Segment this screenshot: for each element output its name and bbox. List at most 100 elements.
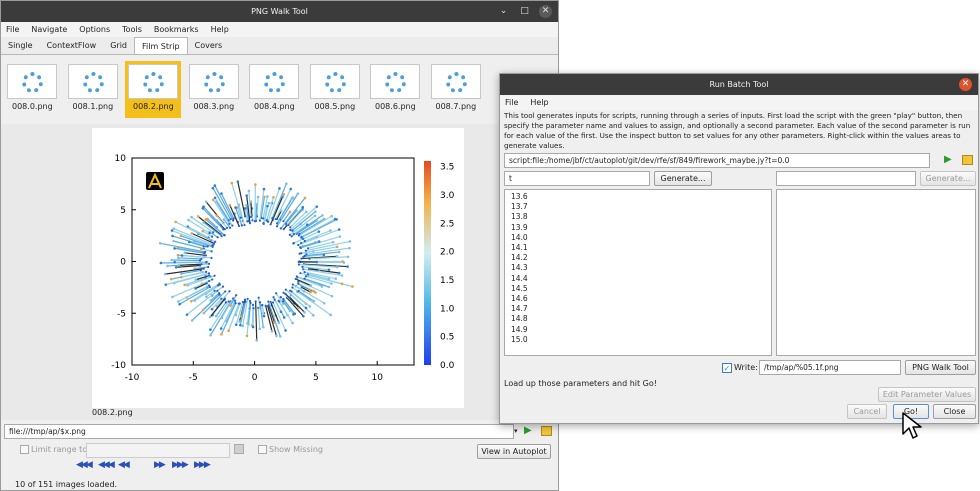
data-point: [330, 214, 333, 218]
data-point: [333, 217, 337, 221]
load-script-icon[interactable]: ▶: [944, 154, 952, 165]
write-checkbox[interactable]: ✓: [722, 363, 732, 373]
data-point: [254, 183, 257, 186]
data-point: [220, 192, 223, 195]
run-batch-window: Run Batch Tool ✕ File Help This tool gen…: [499, 73, 979, 424]
menu-tools[interactable]: Tools: [122, 25, 142, 34]
tab-single[interactable]: Single: [1, 37, 40, 54]
show-missing-checkbox[interactable]: [258, 445, 267, 454]
minimize-icon[interactable]: ⌄: [497, 5, 510, 18]
data-point: [208, 280, 211, 283]
tab-covers[interactable]: Covers: [188, 37, 230, 54]
data-point: [205, 260, 208, 264]
thumbnail[interactable]: 008.3.png: [186, 61, 242, 118]
data-point: [234, 206, 237, 209]
param1-values-list[interactable]: 13.6 13.7 13.8 13.9 14.0 14.1 14.2 14.3 14.4 14.5…: [504, 189, 772, 356]
data-point: [220, 235, 223, 238]
thumbnail[interactable]: 008.4.png: [246, 61, 302, 118]
plot-image[interactable]: -10 -5 0 5 10 10 5 0 -5 -10 3.5 3.0 2.5 2.0 1.5 1.0 0.5 0…: [92, 128, 464, 408]
batch-menubar: File Help: [500, 95, 978, 110]
data-point: [313, 214, 317, 218]
script-field[interactable]: script:file:/home/jbf/ct/autoplot/git/de…: [504, 153, 930, 168]
page-forward-button[interactable]: ▶▶▶: [172, 460, 189, 470]
limit-range-checkbox[interactable]: [20, 445, 29, 454]
value-item: 14.9: [511, 324, 528, 334]
png-walk-menubar: File Navigate Options Tools Bookmarks He…: [1, 22, 558, 37]
thumbnail-label: 008.6.png: [375, 102, 416, 111]
close-button[interactable]: Close: [933, 404, 976, 419]
thumbnail[interactable]: 008.7.png: [428, 61, 484, 118]
data-point: [230, 181, 234, 185]
menu-file[interactable]: File: [6, 25, 19, 34]
thumbnail[interactable]: 008.0.png: [4, 61, 60, 118]
thumbnail[interactable]: 008.6.png: [367, 61, 423, 118]
param2-values-list[interactable]: [776, 189, 976, 356]
data-point: [297, 282, 300, 285]
data-point: [265, 219, 268, 222]
value-item: 13.6: [511, 192, 528, 201]
data-point: [270, 330, 274, 333]
x-tick-label: -5: [189, 373, 198, 383]
thumbnail-image: [430, 64, 481, 99]
data-point: [190, 215, 193, 219]
generate-button[interactable]: Generate...: [654, 171, 712, 186]
play-icon[interactable]: ▶: [524, 425, 532, 436]
tab-contextflow[interactable]: ContextFlow: [40, 37, 104, 54]
menu-options[interactable]: Options: [79, 25, 110, 34]
view-in-autoplot-button[interactable]: View in Autoplot: [477, 444, 551, 459]
batch-menu-file[interactable]: File: [505, 98, 518, 107]
folder-icon[interactable]: [541, 426, 552, 436]
tab-film-strip[interactable]: Film Strip: [134, 37, 188, 54]
previous-button[interactable]: ◀◀: [118, 460, 130, 470]
calendar-icon[interactable]: [234, 444, 244, 454]
data-point: [247, 189, 251, 193]
close-icon[interactable]: ✕: [539, 5, 552, 18]
tab-grid[interactable]: Grid: [103, 37, 134, 54]
url-field[interactable]: file:///tmp/ap/$x.png: [4, 424, 514, 439]
data-point: [256, 195, 260, 199]
data-point: [317, 230, 321, 233]
data-point: [305, 253, 308, 256]
data-point: [246, 220, 249, 223]
param2-select[interactable]: [776, 171, 916, 186]
data-point: [220, 316, 224, 320]
maximize-icon[interactable]: □: [518, 5, 531, 18]
data-point: [208, 315, 212, 319]
limit-range-field[interactable]: [86, 443, 230, 458]
data-point: [201, 308, 205, 312]
thumbnail[interactable]: 008.1.png: [65, 61, 121, 118]
thumbnail-ring-graphic: [203, 72, 225, 93]
first-image-button[interactable]: ◀◀◀: [76, 460, 93, 470]
data-point: [303, 311, 306, 314]
data-point: [303, 277, 306, 280]
url-dropdown-icon[interactable]: ▾: [514, 424, 524, 439]
data-point: [301, 205, 305, 209]
scatter-chart: -10 -5 0 5 10 10 5 0 -5 -10 3.5 3.0 2.5 2.0 1.5 1.0 0.5 0…: [111, 154, 454, 383]
param1-select[interactable]: t: [504, 171, 650, 186]
data-point: [194, 287, 197, 290]
value-item: 14.1: [511, 243, 528, 253]
thumbnail[interactable]: 008.2.png: [125, 61, 181, 118]
last-image-button[interactable]: ▶▶▶: [194, 460, 211, 470]
menu-help[interactable]: Help: [211, 25, 229, 34]
page-back-button[interactable]: ◀◀◀: [98, 460, 115, 470]
batch-menu-help[interactable]: Help: [530, 98, 548, 107]
data-point: [251, 325, 255, 329]
colorbar-tick-label: 2.5: [440, 219, 454, 229]
cancel-button[interactable]: Cancel: [847, 404, 887, 419]
edit-parameter-values-button[interactable]: Edit Parameter Values: [878, 387, 976, 402]
data-point: [223, 234, 226, 237]
x-tick-label: 0: [252, 373, 258, 383]
limit-range-label: Limit range to:: [31, 445, 90, 454]
data-point: [335, 245, 339, 249]
generate2-button[interactable]: Generate...: [920, 171, 976, 186]
write-path-field[interactable]: /tmp/ap/%05.1f.png: [759, 360, 901, 375]
inspect-icon[interactable]: [962, 155, 973, 165]
thumbnail[interactable]: 008.5.png: [307, 61, 363, 118]
next-button[interactable]: ▶▶: [154, 460, 166, 470]
png-walk-tool-button[interactable]: PNG Walk Tool: [905, 360, 976, 375]
menu-navigate[interactable]: Navigate: [31, 25, 67, 34]
data-point: [300, 257, 303, 260]
menu-bookmarks[interactable]: Bookmarks: [154, 25, 199, 34]
close-icon[interactable]: ✕: [959, 78, 972, 91]
